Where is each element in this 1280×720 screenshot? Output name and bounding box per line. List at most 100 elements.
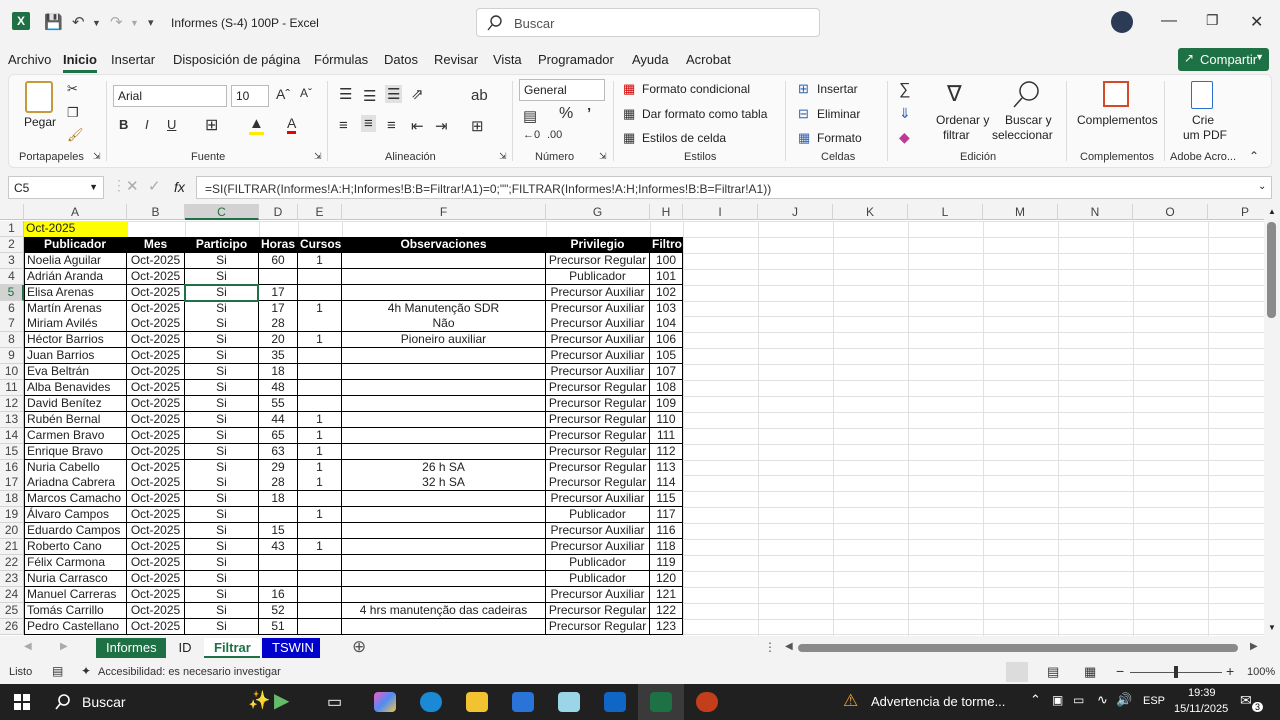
table-cell[interactable] bbox=[342, 284, 546, 301]
table-cell[interactable]: Si bbox=[185, 443, 259, 460]
table-cell[interactable]: 1 bbox=[298, 443, 342, 460]
meet-icon[interactable]: ▣ bbox=[1052, 693, 1063, 707]
language-indicator[interactable]: ESP bbox=[1143, 695, 1165, 707]
row-header[interactable]: 23 bbox=[0, 570, 24, 587]
table-cell[interactable] bbox=[342, 380, 546, 396]
file-explorer-icon[interactable] bbox=[466, 692, 488, 712]
table-cell[interactable]: 18 bbox=[259, 364, 298, 381]
table-cell[interactable] bbox=[298, 586, 342, 603]
table-cell[interactable]: Oct-2025 bbox=[127, 427, 185, 444]
format-cells-button[interactable]: Formato bbox=[817, 131, 862, 145]
table-header-cell[interactable]: Participo bbox=[185, 236, 259, 253]
table-cell[interactable]: Si bbox=[185, 427, 259, 444]
avatar[interactable] bbox=[1111, 11, 1133, 33]
find-select-button[interactable]: Buscar y bbox=[1005, 113, 1052, 127]
column-header[interactable]: H bbox=[650, 204, 683, 220]
vertical-scrollbar[interactable]: ▲ ▼ bbox=[1264, 204, 1280, 636]
scroll-right-icon[interactable]: ▶ bbox=[1250, 641, 1258, 652]
table-cell[interactable]: Oct-2025 bbox=[127, 539, 185, 555]
autosum-icon[interactable]: ∑ bbox=[899, 81, 910, 99]
borders-icon[interactable]: ⊞ bbox=[205, 115, 218, 135]
table-cell[interactable]: Precursor Auxiliar bbox=[546, 523, 650, 540]
table-cell[interactable]: 106 bbox=[650, 332, 683, 349]
zoom-level[interactable]: 100% bbox=[1247, 666, 1275, 678]
table-cell[interactable]: Si bbox=[185, 348, 259, 365]
table-cell[interactable]: 110 bbox=[650, 411, 683, 428]
copilot-pin-icon[interactable]: ▶ bbox=[274, 688, 289, 713]
insert-function-icon[interactable]: fx bbox=[174, 179, 185, 195]
row-header[interactable]: 16 bbox=[0, 459, 24, 476]
menu-disposicion[interactable]: Disposición de página bbox=[173, 52, 300, 67]
column-header[interactable]: C bbox=[185, 204, 259, 220]
table-cell[interactable]: 35 bbox=[259, 348, 298, 365]
row-header[interactable]: 18 bbox=[0, 491, 24, 508]
table-cell[interactable] bbox=[342, 364, 546, 381]
powerpoint-icon[interactable] bbox=[696, 692, 718, 712]
row-header[interactable]: 11 bbox=[0, 380, 24, 396]
table-cell[interactable]: 117 bbox=[650, 507, 683, 524]
table-cell[interactable]: 114 bbox=[650, 475, 683, 492]
table-cell[interactable]: Si bbox=[185, 507, 259, 524]
column-header[interactable]: P bbox=[1208, 204, 1264, 220]
table-cell[interactable]: Si bbox=[185, 459, 259, 476]
create-pdf-button[interactable]: Crie bbox=[1192, 113, 1214, 127]
clear-icon[interactable]: ◆ bbox=[899, 129, 910, 146]
row-header[interactable]: 13 bbox=[0, 411, 24, 428]
insert-cells-button[interactable]: Insertar bbox=[817, 82, 858, 96]
table-cell[interactable]: Precursor Auxiliar bbox=[546, 348, 650, 365]
table-cell[interactable]: 103 bbox=[650, 300, 683, 317]
table-cell[interactable] bbox=[259, 570, 298, 587]
row-header[interactable]: 2 bbox=[0, 236, 24, 253]
table-header-cell[interactable]: Publicador bbox=[24, 236, 127, 253]
table-cell[interactable]: Oct-2025 bbox=[127, 332, 185, 349]
column-header[interactable]: K bbox=[833, 204, 908, 220]
table-cell[interactable] bbox=[259, 554, 298, 571]
wrap-text-icon[interactable]: ab bbox=[471, 87, 488, 104]
table-cell[interactable]: Si bbox=[185, 475, 259, 492]
table-cell[interactable] bbox=[298, 316, 342, 333]
row-header[interactable]: 4 bbox=[0, 268, 24, 285]
table-cell[interactable]: Noelia Aguilar bbox=[24, 252, 127, 269]
menu-vista[interactable]: Vista bbox=[493, 52, 522, 67]
align-center-icon[interactable]: ≡ bbox=[361, 115, 376, 132]
table-cell[interactable] bbox=[342, 618, 546, 635]
search-box[interactable]: Buscar bbox=[476, 8, 820, 37]
table-cell[interactable]: Precursor Auxiliar bbox=[546, 284, 650, 301]
table-cell[interactable]: Si bbox=[185, 554, 259, 571]
table-cell[interactable]: Eduardo Campos bbox=[24, 523, 127, 540]
table-cell[interactable]: Si bbox=[185, 252, 259, 269]
table-cell[interactable]: Martín Arenas bbox=[24, 300, 127, 317]
table-cell[interactable]: 111 bbox=[650, 427, 683, 444]
table-cell[interactable] bbox=[342, 507, 546, 524]
comma-icon[interactable]: ’ bbox=[587, 105, 591, 122]
taskbar-search[interactable]: Buscar bbox=[82, 694, 126, 710]
table-cell[interactable]: Precursor Auxiliar bbox=[546, 316, 650, 333]
table-cell[interactable]: 105 bbox=[650, 348, 683, 365]
table-cell[interactable]: Si bbox=[185, 332, 259, 349]
align-middle-icon[interactable]: ☰ bbox=[363, 87, 376, 105]
table-cell[interactable] bbox=[298, 523, 342, 540]
row-header[interactable]: 19 bbox=[0, 507, 24, 524]
table-cell[interactable]: 52 bbox=[259, 602, 298, 619]
table-header-cell[interactable]: Observaciones bbox=[342, 236, 546, 253]
table-header-cell[interactable]: Cursos bbox=[298, 236, 342, 253]
underline-icon[interactable]: U bbox=[167, 117, 176, 132]
table-cell[interactable] bbox=[298, 491, 342, 508]
table-cell[interactable]: 102 bbox=[650, 284, 683, 301]
month-label-a1[interactable]: Oct-2025 bbox=[24, 221, 127, 237]
table-cell[interactable]: Oct-2025 bbox=[127, 411, 185, 428]
table-cell[interactable] bbox=[342, 539, 546, 555]
table-cell[interactable]: 18 bbox=[259, 491, 298, 508]
notification-icon[interactable]: ✉ bbox=[1240, 692, 1252, 709]
table-format-button[interactable]: Dar formato como tabla bbox=[642, 107, 767, 121]
accessibility-status[interactable]: Accesibilidad: es necesario investigar bbox=[98, 666, 281, 678]
row-header[interactable]: 7 bbox=[0, 316, 24, 333]
table-cell[interactable]: Carmen Bravo bbox=[24, 427, 127, 444]
merge-center-icon[interactable]: ⊞ bbox=[471, 117, 484, 135]
horizontal-scrollbar[interactable] bbox=[798, 644, 1238, 652]
table-cell[interactable]: 63 bbox=[259, 443, 298, 460]
table-cell[interactable] bbox=[342, 348, 546, 365]
table-cell[interactable]: Elisa Arenas bbox=[24, 284, 127, 301]
save-icon[interactable]: 💾 bbox=[44, 13, 63, 31]
table-cell[interactable]: Precursor Regular bbox=[546, 459, 650, 476]
